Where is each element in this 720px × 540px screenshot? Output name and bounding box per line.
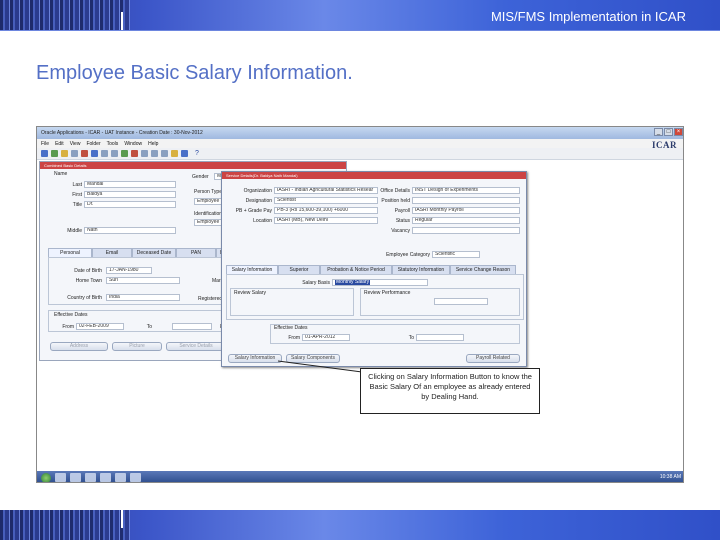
callout-pointer-line [277, 360, 363, 373]
callout-box: Clicking on Salary Information Button to… [360, 368, 540, 414]
banner-pattern [0, 510, 130, 540]
bottom-banner [0, 510, 720, 540]
slide: MIS/FMS Implementation in ICAR Employee … [0, 0, 720, 540]
banner-divider [121, 510, 123, 528]
callout-pointer [277, 360, 363, 373]
